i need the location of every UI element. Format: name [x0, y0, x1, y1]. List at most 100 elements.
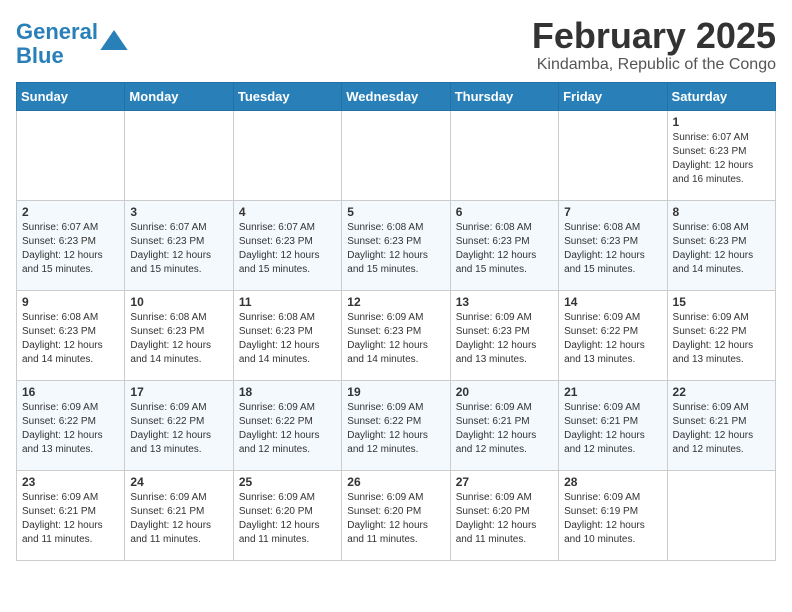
calendar-cell — [125, 110, 233, 200]
calendar-cell: 23Sunrise: 6:09 AM Sunset: 6:21 PM Dayli… — [17, 470, 125, 560]
calendar-cell: 14Sunrise: 6:09 AM Sunset: 6:22 PM Dayli… — [559, 290, 667, 380]
day-info: Sunrise: 6:08 AM Sunset: 6:23 PM Dayligh… — [239, 311, 336, 367]
weekday-header-monday: Monday — [125, 82, 233, 110]
day-number: 26 — [347, 475, 444, 489]
day-info: Sunrise: 6:07 AM Sunset: 6:23 PM Dayligh… — [130, 221, 227, 277]
calendar-cell: 5 Sunrise: 6:08 AM Sunset: 6:23 PM Daylig… — [342, 200, 450, 290]
day-info: Sunrise: 6:07 AM Sunset: 6:23 PM Dayligh… — [239, 221, 336, 277]
title-block: February 2025 Kindamba, Republic of the … — [532, 16, 776, 74]
day-info: Sunrise: 6:08 AM Sunset: 6:23 PM Dayligh… — [130, 311, 227, 367]
calendar-header: SundayMondayTuesdayWednesdayThursdayFrid… — [17, 82, 776, 110]
calendar-cell: 22Sunrise: 6:09 AM Sunset: 6:21 PM Dayli… — [667, 380, 775, 470]
day-info: Sunrise: 6:09 AM Sunset: 6:20 PM Dayligh… — [347, 491, 444, 547]
day-number: 22 — [673, 385, 770, 399]
logo-blue: Blue — [16, 43, 64, 68]
calendar-week-1: 1 Sunrise: 6:07 AM Sunset: 6:23 PM Daylig… — [17, 110, 776, 200]
weekday-header-saturday: Saturday — [667, 82, 775, 110]
day-info: Sunrise: 6:09 AM Sunset: 6:20 PM Dayligh… — [239, 491, 336, 547]
calendar-cell: 2 Sunrise: 6:07 AM Sunset: 6:23 PM Daylig… — [17, 200, 125, 290]
calendar-cell — [450, 110, 558, 200]
day-number: 27 — [456, 475, 553, 489]
weekday-header-sunday: Sunday — [17, 82, 125, 110]
calendar-table: SundayMondayTuesdayWednesdayThursdayFrid… — [16, 82, 776, 561]
calendar-week-4: 16 Sunrise: 6:09 AM Sunset: 6:22 PM Dayli… — [17, 380, 776, 470]
day-number: 5 — [347, 205, 444, 219]
calendar-cell: 21 Sunrise: 6:09 AM Sunset: 6:21 PM Dayli… — [559, 380, 667, 470]
main-title: February 2025 — [532, 16, 776, 56]
day-info: Sunrise: 6:09 AM Sunset: 6:22 PM Dayligh… — [22, 401, 119, 457]
calendar-cell: 9 Sunrise: 6:08 AM Sunset: 6:23 PM Daylig… — [17, 290, 125, 380]
day-info: Sunrise: 6:09 AM Sunset: 6:19 PM Dayligh… — [564, 491, 661, 547]
calendar-cell: 16 Sunrise: 6:09 AM Sunset: 6:22 PM Dayli… — [17, 380, 125, 470]
day-info: Sunrise: 6:09 AM Sunset: 6:21 PM Dayligh… — [22, 491, 119, 547]
calendar-cell: 8 Sunrise: 6:08 AM Sunset: 6:23 PM Daylig… — [667, 200, 775, 290]
day-number: 20 — [456, 385, 553, 399]
day-number: 28 — [564, 475, 661, 489]
day-number: 6 — [456, 205, 553, 219]
calendar-cell — [342, 110, 450, 200]
day-number: 24 — [130, 475, 227, 489]
day-info: Sunrise: 6:09 AM Sunset: 6:21 PM Dayligh… — [456, 401, 553, 457]
calendar-cell: 6 Sunrise: 6:08 AM Sunset: 6:23 PM Daylig… — [450, 200, 558, 290]
weekday-header-friday: Friday — [559, 82, 667, 110]
weekday-header-wednesday: Wednesday — [342, 82, 450, 110]
day-info: Sunrise: 6:09 AM Sunset: 6:23 PM Dayligh… — [347, 311, 444, 367]
day-number: 15 — [673, 295, 770, 309]
day-number: 3 — [130, 205, 227, 219]
day-info: Sunrise: 6:09 AM Sunset: 6:23 PM Dayligh… — [456, 311, 553, 367]
calendar-cell: 10Sunrise: 6:08 AM Sunset: 6:23 PM Dayli… — [125, 290, 233, 380]
weekday-header-thursday: Thursday — [450, 82, 558, 110]
day-number: 4 — [239, 205, 336, 219]
day-number: 21 — [564, 385, 661, 399]
day-number: 11 — [239, 295, 336, 309]
calendar-body: 1 Sunrise: 6:07 AM Sunset: 6:23 PM Daylig… — [17, 110, 776, 560]
calendar-cell — [233, 110, 341, 200]
day-number: 1 — [673, 115, 770, 129]
calendar-cell: 11 Sunrise: 6:08 AM Sunset: 6:23 PM Dayli… — [233, 290, 341, 380]
day-number: 16 — [22, 385, 119, 399]
day-number: 17 — [130, 385, 227, 399]
logo-general: General — [16, 19, 98, 44]
day-number: 13 — [456, 295, 553, 309]
calendar-week-5: 23Sunrise: 6:09 AM Sunset: 6:21 PM Dayli… — [17, 470, 776, 560]
calendar-cell: 3 Sunrise: 6:07 AM Sunset: 6:23 PM Daylig… — [125, 200, 233, 290]
calendar-cell: 25 Sunrise: 6:09 AM Sunset: 6:20 PM Dayli… — [233, 470, 341, 560]
day-number: 8 — [673, 205, 770, 219]
calendar-cell: 19Sunrise: 6:09 AM Sunset: 6:22 PM Dayli… — [342, 380, 450, 470]
day-number: 14 — [564, 295, 661, 309]
day-number: 18 — [239, 385, 336, 399]
day-info: Sunrise: 6:09 AM Sunset: 6:22 PM Dayligh… — [673, 311, 770, 367]
day-info: Sunrise: 6:08 AM Sunset: 6:23 PM Dayligh… — [22, 311, 119, 367]
day-info: Sunrise: 6:08 AM Sunset: 6:23 PM Dayligh… — [456, 221, 553, 277]
day-info: Sunrise: 6:09 AM Sunset: 6:20 PM Dayligh… — [456, 491, 553, 547]
day-number: 12 — [347, 295, 444, 309]
calendar-cell: 17 Sunrise: 6:09 AM Sunset: 6:22 PM Dayli… — [125, 380, 233, 470]
calendar-cell: 15 Sunrise: 6:09 AM Sunset: 6:22 PM Dayli… — [667, 290, 775, 380]
day-info: Sunrise: 6:09 AM Sunset: 6:21 PM Dayligh… — [130, 491, 227, 547]
day-info: Sunrise: 6:09 AM Sunset: 6:22 PM Dayligh… — [130, 401, 227, 457]
day-info: Sunrise: 6:08 AM Sunset: 6:23 PM Dayligh… — [673, 221, 770, 277]
day-number: 2 — [22, 205, 119, 219]
day-info: Sunrise: 6:08 AM Sunset: 6:23 PM Dayligh… — [347, 221, 444, 277]
calendar-cell: 24 Sunrise: 6:09 AM Sunset: 6:21 PM Dayli… — [125, 470, 233, 560]
calendar-cell — [667, 470, 775, 560]
calendar-cell — [17, 110, 125, 200]
calendar-cell: 4 Sunrise: 6:07 AM Sunset: 6:23 PM Daylig… — [233, 200, 341, 290]
day-info: Sunrise: 6:09 AM Sunset: 6:22 PM Dayligh… — [239, 401, 336, 457]
calendar-cell — [559, 110, 667, 200]
day-number: 9 — [22, 295, 119, 309]
day-info: Sunrise: 6:09 AM Sunset: 6:22 PM Dayligh… — [347, 401, 444, 457]
subtitle: Kindamba, Republic of the Congo — [532, 56, 776, 74]
page-header: General Blue February 2025 Kindamba, Rep… — [16, 16, 776, 74]
day-info: Sunrise: 6:07 AM Sunset: 6:23 PM Dayligh… — [22, 221, 119, 277]
day-info: Sunrise: 6:09 AM Sunset: 6:21 PM Dayligh… — [564, 401, 661, 457]
calendar-cell: 1 Sunrise: 6:07 AM Sunset: 6:23 PM Daylig… — [667, 110, 775, 200]
day-number: 25 — [239, 475, 336, 489]
calendar-cell: 18 Sunrise: 6:09 AM Sunset: 6:22 PM Dayli… — [233, 380, 341, 470]
calendar-cell: 13 Sunrise: 6:09 AM Sunset: 6:23 PM Dayli… — [450, 290, 558, 380]
calendar-week-2: 2 Sunrise: 6:07 AM Sunset: 6:23 PM Daylig… — [17, 200, 776, 290]
calendar-cell: 7Sunrise: 6:08 AM Sunset: 6:23 PM Daylig… — [559, 200, 667, 290]
weekday-header-row: SundayMondayTuesdayWednesdayThursdayFrid… — [17, 82, 776, 110]
calendar-cell: 20 Sunrise: 6:09 AM Sunset: 6:21 PM Dayli… — [450, 380, 558, 470]
day-info: Sunrise: 6:07 AM Sunset: 6:23 PM Dayligh… — [673, 131, 770, 187]
